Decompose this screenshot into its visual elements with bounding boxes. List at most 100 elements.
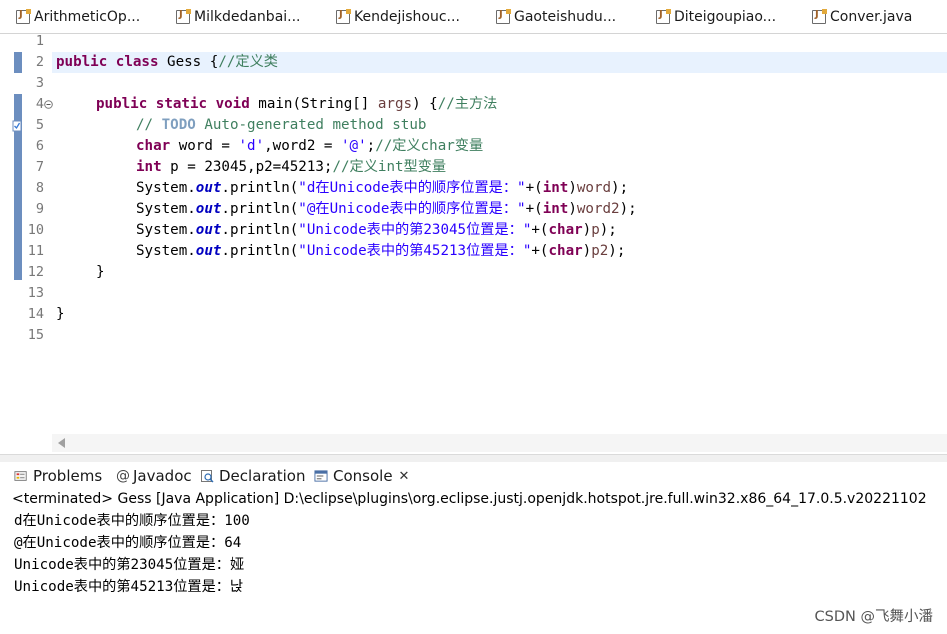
java-file-icon — [176, 9, 191, 24]
code-text: ) — [582, 222, 592, 238]
variable: p2 — [591, 243, 609, 259]
console-line: Unicode表中的第45213位置是：낝 — [14, 579, 244, 595]
code-line-12: } — [96, 264, 105, 280]
keyword: public — [96, 96, 148, 112]
line-number: 10 — [27, 222, 44, 238]
keyword: int — [542, 180, 569, 196]
code-text: .println( — [221, 201, 299, 217]
line-number: 14 — [27, 306, 44, 322]
close-icon[interactable]: ✕ — [399, 469, 410, 484]
line-number: 2 — [35, 54, 44, 70]
code-text: ; — [366, 138, 376, 154]
code-line-4: public static void main(String[] args) {… — [96, 94, 497, 115]
comment: Auto-generated method stub — [195, 117, 427, 133]
line-number: 7 — [35, 159, 44, 175]
code-text: ) — [568, 180, 577, 196]
keyword: char — [136, 138, 171, 154]
console-status: <terminated> Gess [Java Application] D:\… — [12, 491, 927, 507]
java-file-icon — [496, 9, 511, 24]
code-text: ); — [619, 201, 637, 217]
scroll-left-icon[interactable] — [58, 438, 65, 448]
code-text: .println( — [221, 180, 299, 196]
code-text: .println( — [221, 222, 299, 238]
editor-tab-arithmeticop[interactable]: ArithmeticOp... — [16, 6, 140, 28]
tab-label: Declaration — [219, 467, 306, 485]
editor-tab-kendejishouc[interactable]: Kendejishouc... — [336, 6, 460, 28]
tab-label: Console — [333, 467, 393, 485]
tab-label: Milkdedanbai... — [194, 9, 301, 25]
variable: word2 — [576, 201, 620, 217]
code-line-11: System.out.println("Unicode表中的第45213位置是：… — [136, 241, 625, 262]
javadoc-icon: @ — [116, 468, 130, 484]
code-line-7: int p = 23045,p2=45213;//定义int型变量 — [136, 157, 446, 178]
variable: word — [576, 180, 612, 196]
keyword: char — [548, 243, 583, 259]
problems-icon — [14, 471, 27, 481]
tab-label: Javadoc — [133, 467, 192, 485]
console-output[interactable]: <terminated> Gess [Java Application] D:\… — [0, 489, 947, 634]
code-text: System. — [136, 180, 196, 196]
horizontal-scrollbar[interactable] — [52, 434, 947, 452]
tab-console[interactable]: Console ✕ — [314, 465, 410, 487]
keyword: static — [155, 96, 208, 112]
tab-label: ArithmeticOp... — [34, 9, 141, 25]
code-text: ) — [582, 243, 592, 259]
code-line-6: char word = 'd',word2 = '@';//定义char变量 — [136, 136, 483, 157]
code-text: +( — [531, 222, 549, 238]
keyword: public — [56, 54, 108, 70]
code-text: System. — [136, 243, 196, 259]
code-line-8: System.out.println("d在Unicode表中的顺序位置是："+… — [136, 178, 628, 199]
panel-tab-bar: Problems @ Javadoc Declaration Console ✕ — [0, 462, 947, 490]
variable: p — [591, 222, 600, 238]
tab-label: Gaoteishudu... — [514, 9, 617, 25]
keyword: class — [115, 54, 159, 70]
task-marker-icon[interactable] — [12, 120, 22, 132]
line-number: 9 — [35, 201, 44, 217]
code-text: p = 23045,p2=45213; — [161, 159, 333, 175]
code-line-10: System.out.println("Unicode表中的第23045位置是：… — [136, 220, 617, 241]
string-literal: "@在Unicode表中的顺序位置是：" — [298, 201, 526, 217]
code-line-9: System.out.println("@在Unicode表中的顺序位置是："+… — [136, 199, 637, 220]
tab-label: Diteigoupiao... — [674, 9, 777, 25]
static-field: out — [195, 243, 222, 259]
code-line-2: public class Gess {//定义类 — [56, 52, 278, 73]
code-text: main(String[] — [249, 96, 378, 112]
tab-declaration[interactable]: Declaration — [200, 465, 305, 487]
keyword: void — [215, 96, 250, 112]
todo-tag: TODO — [161, 117, 196, 133]
code-text: +( — [525, 180, 543, 196]
java-file-icon — [656, 9, 671, 24]
editor-tab-gaoteishudu[interactable]: Gaoteishudu... — [496, 6, 616, 28]
string-literal: 'd' — [238, 138, 265, 154]
line-number: 4 — [35, 96, 44, 112]
code-editor[interactable]: 1 2 3 4 5 6 7 8 9 10 11 12 13 14 15 publ… — [0, 33, 947, 454]
tab-problems[interactable]: Problems — [14, 465, 102, 487]
line-number: 12 — [27, 264, 44, 280]
code-text: ); — [608, 243, 626, 259]
code-text: ) — [568, 201, 577, 217]
tab-label: Problems — [33, 467, 103, 485]
tab-label: Conver.java — [830, 9, 913, 25]
code-text: .println( — [221, 243, 299, 259]
console-line: Unicode表中的第23045位置是：娅 — [14, 557, 245, 573]
line-number: 1 — [35, 33, 44, 49]
static-field: out — [195, 222, 222, 238]
declaration-icon — [201, 470, 214, 483]
code-text: System. — [136, 201, 196, 217]
variable: args — [377, 96, 413, 112]
editor-tab-bar: ArithmeticOp... Milkdedanbai... Kendejis… — [0, 0, 947, 34]
editor-tab-diteigoupiao[interactable]: Diteigoupiao... — [656, 6, 776, 28]
line-number: 11 — [27, 243, 44, 259]
tab-javadoc[interactable]: @ Javadoc — [116, 465, 192, 487]
line-number: 8 — [35, 180, 44, 196]
editor-tab-conver[interactable]: Conver.java — [812, 6, 912, 28]
java-file-icon — [336, 9, 351, 24]
static-field: out — [195, 201, 222, 217]
comment: //定义char变量 — [375, 138, 484, 154]
code-text: ,word2 = — [264, 138, 342, 154]
java-file-icon — [16, 9, 31, 24]
java-file-icon — [812, 9, 827, 24]
keyword: int — [136, 159, 162, 175]
editor-tab-milkdedanbai[interactable]: Milkdedanbai... — [176, 6, 301, 28]
fold-collapse-icon[interactable] — [44, 100, 53, 109]
